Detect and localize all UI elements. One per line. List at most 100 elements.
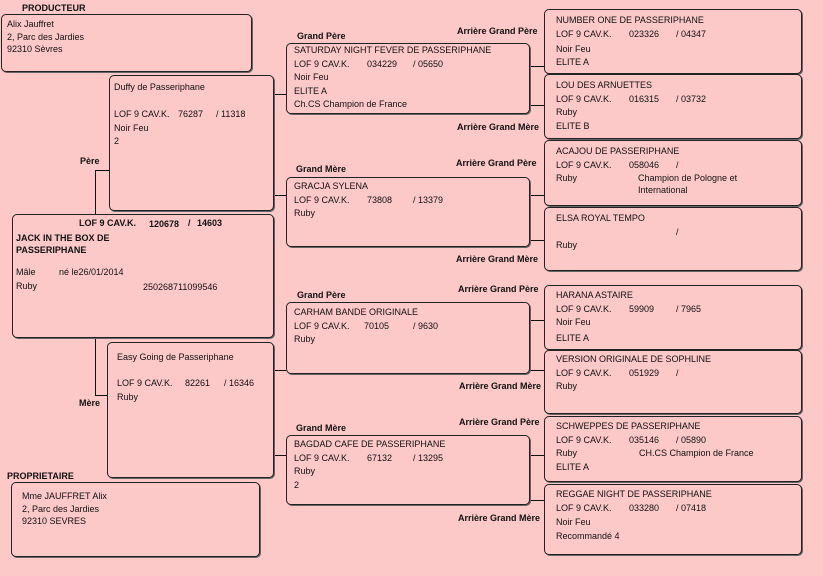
- great-grandmother-1-box: LOU DES ARNUETTES LOF 9 CAV.K. 016315 / …: [544, 74, 802, 139]
- father-extra: 2: [114, 136, 120, 146]
- connector: [273, 370, 286, 371]
- ggm3-name: VERSION ORIGINALE DE SOPHLINE: [556, 354, 712, 364]
- connector: [273, 94, 286, 95]
- pere-label: Père: [80, 156, 100, 166]
- gp1-title1: ELITE A: [294, 86, 328, 96]
- ggp3-num2: / 7965: [676, 304, 702, 314]
- ggm1-title1: ELITE B: [556, 121, 590, 131]
- ggp2-name: ACAJOU DE PASSERIPHANE: [556, 146, 680, 156]
- father-lof: LOF 9 CAV.K.: [114, 109, 170, 119]
- great-grandfather-1-box: NUMBER ONE DE PASSERIPHANE LOF 9 CAV.K. …: [544, 9, 802, 74]
- owner-box: Mme JAUFFRET Alix 2, Parc des Jardies 92…: [11, 482, 260, 557]
- connector: [273, 195, 286, 196]
- ggm4-color: Noir Feu: [556, 517, 591, 527]
- subject-color: Ruby: [16, 281, 38, 291]
- ggp4-title1: CH.CS Champion de France: [639, 448, 754, 458]
- gp1-color: Noir Feu: [294, 72, 329, 82]
- ggp3-name: HARANA ASTAIRE: [556, 290, 633, 300]
- subject-name-line2: PASSERIPHANE: [16, 245, 87, 255]
- ggp1-lof: LOF 9 CAV.K.: [556, 29, 612, 39]
- ggp3-lof: LOF 9 CAV.K.: [556, 304, 612, 314]
- ggm2-name: ELSA ROYAL TEMPO: [556, 213, 645, 223]
- connector: [530, 500, 544, 501]
- grandmother-2-box: BAGDAD CAFE DE PASSERIPHANE LOF 9 CAV.K.…: [286, 435, 530, 505]
- connector: [530, 105, 544, 106]
- agm-label-3: Arrière Grand Mère: [459, 381, 542, 391]
- grand-pere-label-2: Grand Père: [297, 290, 346, 300]
- ggm1-name: LOU DES ARNUETTES: [556, 80, 653, 90]
- agp-label-4: Arrière Grand Père: [459, 417, 540, 427]
- ggp1-name: NUMBER ONE DE PASSERIPHANE: [556, 15, 704, 25]
- connector: [530, 320, 544, 321]
- gp2-color: Ruby: [294, 334, 316, 344]
- grandmother-1-box: GRACJA SYLENA LOF 9 CAV.K. 73808 / 13379…: [286, 177, 530, 247]
- agm-label-4: Arrière Grand Mère: [458, 513, 541, 523]
- grand-mere-label-1: Grand Mère: [296, 164, 347, 174]
- subject-box: LOF 9 CAV.K. 120678 / 14603 JACK IN THE …: [12, 214, 274, 338]
- great-grandmother-3-box: VERSION ORIGINALE DE SOPHLINE LOF 9 CAV.…: [544, 350, 802, 414]
- father-num2: / 11318: [216, 109, 246, 119]
- owner-address2: 92310 SEVRES: [22, 516, 87, 526]
- ggm1-color: Ruby: [556, 107, 578, 117]
- father-color: Noir Feu: [114, 123, 149, 133]
- grandfather-2-box: CARHAM BANDE ORIGINALE LOF 9 CAV.K. 7010…: [286, 302, 530, 374]
- connector: [273, 455, 286, 456]
- grand-mere-label-2: Grand Mère: [296, 423, 347, 433]
- ggp1-num: 023326: [629, 29, 660, 39]
- subject-lof: LOF 9 CAV.K.: [79, 218, 137, 228]
- connector: [530, 455, 544, 456]
- ggp2-lof: LOF 9 CAV.K.: [556, 160, 612, 170]
- mother-box: Easy Going de Passeriphane LOF 9 CAV.K. …: [107, 342, 274, 478]
- father-box: Duffy de Passeriphane LOF 9 CAV.K. 76287…: [109, 75, 274, 211]
- ggm1-num2: / 03732: [676, 94, 707, 104]
- connector: [95, 170, 109, 171]
- ggp4-color: Ruby: [556, 448, 578, 458]
- ggm3-lof: LOF 9 CAV.K.: [556, 368, 612, 378]
- producer-name: Alix Jauffret: [7, 19, 54, 29]
- ggp2-num: 058046: [629, 160, 660, 170]
- gm2-name: BAGDAD CAFE DE PASSERIPHANE: [294, 439, 446, 449]
- owner-label: PROPRIETAIRE: [7, 471, 74, 481]
- producer-box: Alix Jauffret 2, Parc des Jardies 92310 …: [1, 14, 252, 72]
- subject-lof-num: 120678: [149, 219, 180, 229]
- ggp3-title1: ELITE A: [556, 333, 590, 343]
- connector: [530, 66, 544, 67]
- subject-sex: Mâle: [16, 267, 36, 277]
- great-grandfather-4-box: SCHWEPPES DE PASSERIPHANE LOF 9 CAV.K. 0…: [544, 416, 802, 482]
- ggp2-color: Ruby: [556, 173, 578, 183]
- ggm4-title1: Recommandé 4: [556, 531, 620, 541]
- gm2-num: 67132: [367, 453, 393, 463]
- ggm1-num: 016315: [629, 94, 660, 104]
- ggm1-lof: LOF 9 CAV.K.: [556, 94, 612, 104]
- ggp4-num2: / 05890: [676, 435, 707, 445]
- ggp3-num: 59909: [629, 304, 655, 314]
- ggp3-color: Noir Feu: [556, 317, 591, 327]
- subject-lof-sep: /: [188, 218, 191, 228]
- ggm2-color: Ruby: [556, 240, 578, 250]
- gp2-name: CARHAM BANDE ORIGINALE: [294, 307, 419, 317]
- gm1-name: GRACJA SYLENA: [294, 181, 369, 191]
- mother-num2: / 16346: [224, 378, 255, 388]
- gp1-num2: / 05650: [413, 59, 444, 69]
- great-grandfather-3-box: HARANA ASTAIRE LOF 9 CAV.K. 59909 / 7965…: [544, 285, 802, 350]
- great-grandmother-4-box: REGGAE NIGHT DE PASSERIPHANE LOF 9 CAV.K…: [544, 484, 802, 555]
- connector: [95, 337, 96, 395]
- gp2-num: 70105: [364, 321, 390, 331]
- grand-pere-label-1: Grand Père: [297, 31, 346, 41]
- ggm4-num: 033280: [629, 503, 660, 513]
- subject-lof-num2: 14603: [197, 218, 223, 228]
- ggp2-title2: International: [638, 185, 688, 195]
- great-grandmother-2-box: ELSA ROYAL TEMPO / Ruby: [544, 207, 802, 271]
- ggp2-num2: /: [676, 160, 679, 170]
- ggm4-name: REGGAE NIGHT DE PASSERIPHANE: [556, 489, 712, 499]
- connector: [530, 195, 544, 196]
- agm-label-1: Arrière Grand Mère: [457, 122, 540, 132]
- agp-label-2: Arrière Grand Père: [456, 158, 537, 168]
- producer-label: PRODUCTEUR: [22, 3, 86, 13]
- mother-num: 82261: [185, 378, 211, 388]
- ggp4-name: SCHWEPPES DE PASSERIPHANE: [556, 421, 701, 431]
- great-grandfather-2-box: ACAJOU DE PASSERIPHANE LOF 9 CAV.K. 0580…: [544, 140, 802, 206]
- connector: [530, 370, 544, 371]
- ggp1-num2: / 04347: [676, 29, 707, 39]
- ggp4-title2: ELITE A: [556, 462, 590, 472]
